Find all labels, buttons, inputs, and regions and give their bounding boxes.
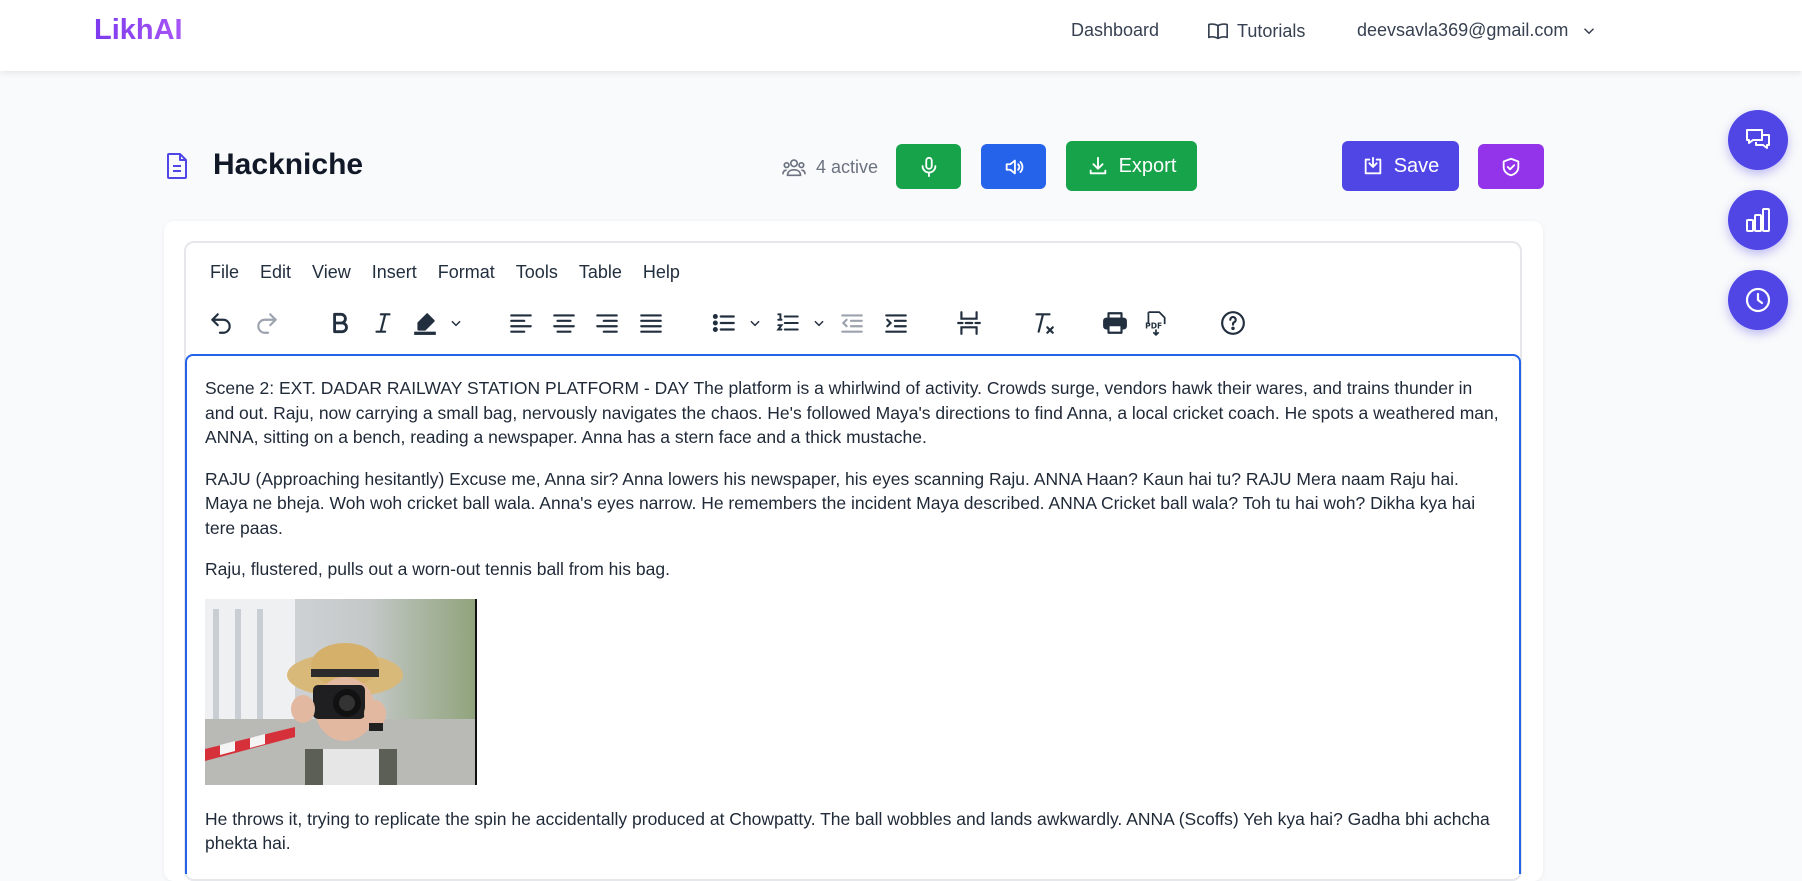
numbered-list-button[interactable] <box>773 306 803 340</box>
highlight-color-button[interactable] <box>410 306 440 340</box>
brand-logo[interactable]: LikhAI <box>94 14 183 47</box>
pdf-icon: PDF <box>1145 311 1166 336</box>
italic-icon <box>375 313 391 333</box>
menu-file[interactable]: File <box>210 262 239 283</box>
help-button[interactable] <box>1218 306 1248 340</box>
photographer-image <box>205 598 475 785</box>
numbered-list-dropdown[interactable] <box>811 306 827 340</box>
script-paragraph: Raju, flustered, pulls out a worn-out te… <box>205 559 670 579</box>
align-justify-icon <box>640 314 662 333</box>
account-menu[interactable]: deevsavla369@gmail.com <box>1357 20 1598 41</box>
redo-button[interactable] <box>252 306 282 340</box>
speaker-icon <box>1005 159 1023 174</box>
align-left-button[interactable] <box>506 306 536 340</box>
save-label: Save <box>1393 154 1440 177</box>
bullet-list-icon <box>712 314 735 332</box>
chevron-down-icon <box>1584 27 1595 34</box>
shield-check-icon <box>1502 157 1520 176</box>
top-navbar: LikhAI Dashboard Tutorials deevsavla369@… <box>0 0 1802 71</box>
document-title[interactable]: Hackniche <box>213 148 363 182</box>
active-users-label: 4 active <box>816 156 879 177</box>
save-button[interactable]: Save <box>1342 141 1459 191</box>
account-email: deevsavla369@gmail.com <box>1357 20 1569 40</box>
outdent-icon <box>841 314 863 333</box>
clear-formatting-button[interactable] <box>1028 306 1058 340</box>
highlight-color-dropdown[interactable] <box>448 306 464 340</box>
active-users-indicator: 4 active <box>782 156 878 178</box>
menu-view[interactable]: View <box>312 262 351 283</box>
script-paragraph: Scene 2: EXT. DADAR RAILWAY STATION PLAT… <box>205 378 1499 447</box>
export-pdf-button[interactable]: PDF <box>1141 306 1171 340</box>
bullet-list-button[interactable] <box>709 306 739 340</box>
export-button[interactable]: Export <box>1066 141 1197 191</box>
download-icon <box>1089 156 1106 175</box>
clock-icon <box>1745 287 1771 313</box>
svg-text:PDF: PDF <box>1145 321 1162 330</box>
chat-icon <box>1746 129 1770 149</box>
bold-button[interactable] <box>325 306 355 340</box>
nav-dashboard-link[interactable]: Dashboard <box>1071 20 1159 41</box>
microphone-icon <box>921 156 936 177</box>
document-icon <box>167 153 187 179</box>
embedded-photo-photographer[interactable] <box>205 598 477 785</box>
clear-formatting-icon <box>1035 313 1054 334</box>
undo-icon <box>211 313 231 334</box>
align-left-icon <box>510 314 532 333</box>
printer-icon <box>1103 312 1127 334</box>
redo-icon <box>257 313 277 334</box>
indent-icon <box>885 314 907 333</box>
verify-button[interactable] <box>1478 144 1544 189</box>
analytics-fab[interactable] <box>1728 190 1788 250</box>
book-icon <box>1208 23 1228 40</box>
page-break-button[interactable] <box>954 306 984 340</box>
help-circle-icon <box>1221 311 1245 335</box>
export-label: Export <box>1118 154 1177 177</box>
bold-icon <box>333 312 348 334</box>
chevron-down-icon <box>814 320 824 327</box>
script-paragraph: He throws it, trying to replicate the sp… <box>205 808 1490 854</box>
menu-help[interactable]: Help <box>643 262 680 283</box>
chevron-down-icon <box>451 320 461 327</box>
indent-button[interactable] <box>881 306 911 340</box>
menu-table[interactable]: Table <box>579 262 622 283</box>
align-center-button[interactable] <box>549 306 579 340</box>
menu-insert[interactable]: Insert <box>372 262 417 283</box>
align-center-icon <box>553 314 575 333</box>
outdent-button[interactable] <box>837 306 867 340</box>
menu-format[interactable]: Format <box>438 262 495 283</box>
bar-chart-icon <box>1746 208 1770 232</box>
align-right-button[interactable] <box>592 306 622 340</box>
chevron-down-icon <box>750 320 760 327</box>
save-tray-icon <box>1364 156 1381 175</box>
bullet-list-dropdown[interactable] <box>747 306 763 340</box>
highlighter-icon <box>414 313 436 335</box>
italic-button[interactable] <box>368 306 398 340</box>
numbered-list-icon <box>776 313 799 331</box>
menu-edit[interactable]: Edit <box>260 262 291 283</box>
justify-button[interactable] <box>636 306 666 340</box>
users-icon <box>782 159 806 177</box>
microphone-button[interactable] <box>896 144 961 189</box>
script-paragraph: RAJU (Approaching hesitantly) Excuse me,… <box>205 468 1476 538</box>
text-to-speech-button[interactable] <box>981 144 1046 189</box>
nav-dashboard-label: Dashboard <box>1071 20 1160 40</box>
page-break-icon <box>957 311 981 335</box>
undo-button[interactable] <box>206 306 236 340</box>
menu-tools[interactable]: Tools <box>516 262 558 283</box>
print-button[interactable] <box>1100 306 1130 340</box>
align-right-icon <box>596 314 618 333</box>
editor-content-area[interactable]: Scene 2: EXT. DADAR RAILWAY STATION PLAT… <box>185 354 1521 874</box>
nav-tutorials-label: Tutorials <box>1237 20 1306 41</box>
history-fab[interactable] <box>1728 270 1788 330</box>
editor-menubar: File Edit View Insert Format Tools Table… <box>210 262 680 283</box>
chat-fab[interactable] <box>1728 110 1788 170</box>
nav-tutorials-link[interactable]: Tutorials <box>1207 20 1305 42</box>
